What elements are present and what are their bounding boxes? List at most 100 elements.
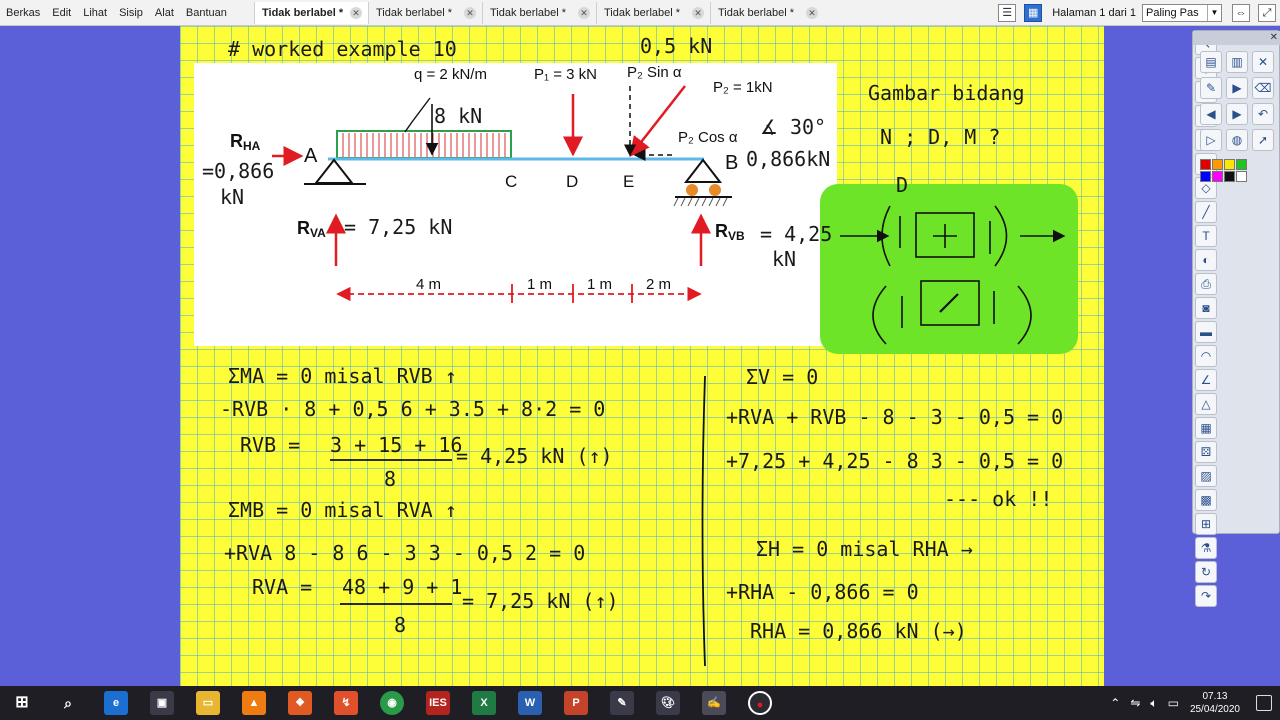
flask-icon[interactable]: ⚗ [1195,537,1217,559]
search-icon[interactable]: ⌕ [56,691,80,715]
play-icon[interactable]: ▷ [1200,129,1222,151]
text-icon[interactable]: T [1195,225,1217,247]
tab-document-5[interactable]: Tidak berlabel * ✕ [710,2,824,24]
page-icon[interactable]: ▤ [1200,51,1222,73]
menu-sisip[interactable]: Sisip [113,0,149,26]
excel-icon[interactable]: X [472,691,496,715]
point-e-label: E [623,172,634,191]
grid-view-icon[interactable]: ▦ [1024,4,1043,22]
tab-document-4[interactable]: Tidak berlabel * ✕ [596,2,710,24]
close-icon[interactable]: ✕ [1270,32,1278,43]
ies-icon[interactable]: IES [426,691,450,715]
clock[interactable]: 07.13 25/04/2020 [1190,690,1240,716]
color-swatch[interactable] [1236,159,1247,170]
eq-vertical-check: +7,25 + 4,25 - 8 3 - 0,5 = 0 [726,449,1063,473]
undo-icon[interactable]: ↶ [1252,103,1274,125]
store-icon[interactable]: ▣ [150,691,174,715]
rha-label: RHA [230,131,261,153]
menu-alat[interactable]: Alat [149,0,180,26]
color-swatch[interactable] [1200,171,1211,182]
clear-icon[interactable]: ⌫ [1252,77,1274,99]
menu-berkas[interactable]: Berkas [0,0,46,26]
tab-document-3[interactable]: Tidak berlabel * ✕ [482,2,596,24]
back-icon[interactable]: ◀ [1200,103,1222,125]
protractor-icon[interactable]: ◠ [1195,345,1217,367]
edge-icon[interactable]: e [104,691,128,715]
span-4m-label: 4 m [416,276,441,293]
fill-icon[interactable]: ◐ [1195,249,1217,271]
menu-bantuan[interactable]: Bantuan [180,0,233,26]
volume-icon[interactable]: 🔈︎ [1150,696,1157,711]
equations-right: ΣV = 0 +RVA + RVB - 8 - 3 - 0,5 = 0 +7,2… [726,365,1063,643]
close-icon[interactable]: ✕ [1252,51,1274,73]
chrome-icon[interactable]: ◉ [380,691,404,715]
dice-icon[interactable]: ⚄ [1195,441,1217,463]
color-swatch[interactable] [1236,171,1247,182]
explorer-icon[interactable]: ▭ [196,691,220,715]
tab-label: Tidak berlabel * [718,7,795,19]
powerpoint-icon[interactable]: P [564,691,588,715]
line-icon[interactable]: ╱ [1195,201,1217,223]
color-swatch[interactable] [1224,171,1235,182]
chevron-up-icon[interactable]: ⌃ [1110,696,1120,710]
close-icon[interactable]: ✕ [692,7,704,19]
view-controls: ☰ ▦ Halaman 1 dari 1 Paling Pas ▼ ⇔ ⤢ [994,0,1280,26]
arrow-icon[interactable]: ➚ [1252,129,1274,151]
tab-document-1[interactable]: Tidak berlabel * ✕ [254,2,368,24]
tab-label: Tidak berlabel * [262,7,344,19]
pen-app-icon[interactable]: ✎ [610,691,634,715]
point-a-label: A [304,145,318,167]
color-swatch[interactable] [1224,159,1235,170]
board-icon[interactable]: ✎ [1200,77,1222,99]
network-icon[interactable]: ⇋ [1130,696,1140,710]
notification-icon[interactable] [1256,695,1272,711]
calculator-icon[interactable]: ▦ [1195,417,1217,439]
menu-lihat[interactable]: Lihat [77,0,113,26]
capture-icon[interactable]: ⎙ [1195,273,1217,295]
close-icon[interactable]: ✕ [806,7,818,19]
taskbar: ⊞ ⌕ e ▣ ▭ ▲ ❖ ↯ ◉ IES X W P ✎ 🎨︎ ✍ ● ⌃ ⇋… [0,686,1280,720]
presentation-icon[interactable]: ▶ [1226,77,1248,99]
vlc-icon[interactable]: ▲ [242,691,266,715]
p2-arrow [629,85,686,157]
color-swatch[interactable] [1212,171,1223,182]
ruler-icon[interactable]: ▬ [1195,321,1217,343]
gallery-icon[interactable]: ▩ [1195,489,1217,511]
fit-width-icon[interactable]: ⇔ [1232,4,1250,22]
word-icon[interactable]: W [518,691,542,715]
board-app-icon[interactable]: ✍ [702,691,726,715]
wps-icon[interactable]: ↯ [334,691,358,715]
title-note: # worked example 10 [228,37,457,61]
fox-icon[interactable]: ❖ [288,691,312,715]
forward-icon[interactable]: ▶ [1226,103,1248,125]
close-icon[interactable]: ✕ [350,7,362,19]
image-icon[interactable]: ▨ [1195,465,1217,487]
color-swatch[interactable] [1200,159,1211,170]
close-icon[interactable]: ✕ [578,7,590,19]
tab-document-2[interactable]: Tidak berlabel * ✕ [368,2,482,24]
whiteboard-page[interactable]: q = 2 kN/m P₁ = 3 kN P₂ Sin α P₂ = 1kN P… [180,26,1104,686]
grid-icon[interactable]: ⊞ [1195,513,1217,535]
fullscreen-icon[interactable]: ⤢ [1258,4,1276,22]
ndm-note: N ; D, M ? [880,125,1000,149]
rvb-unit-note: kN [772,247,796,271]
zoom-select[interactable]: Paling Pas ▼ [1142,4,1222,22]
page-list-icon[interactable]: ☰ [998,4,1017,22]
color-swatch[interactable] [1212,159,1223,170]
tab-label: Tidak berlabel * [376,7,453,19]
paint-icon[interactable]: 🎨︎ [656,691,680,715]
record-icon[interactable]: ● [748,691,772,715]
tool-palette[interactable]: ✕ ▤▥✕✎▶⌫◀▶↶▷◍➚ ↖⚲✋✏▍▭◇╱T◐⎙◙▬◠∠△▦⚄▨▩⊞⚗↻↷ [1192,30,1280,607]
toolbar-grip[interactable]: ✕ [1193,31,1280,45]
triangle-icon[interactable]: △ [1195,393,1217,415]
refresh-icon[interactable]: ↻ [1195,561,1217,583]
redo-icon[interactable]: ↷ [1195,585,1217,607]
camera-icon[interactable]: ◙ [1195,297,1217,319]
compass-icon[interactable]: ∠ [1195,369,1217,391]
globe-icon[interactable]: ◍ [1226,129,1248,151]
notes-icon[interactable]: ▥ [1226,51,1248,73]
menu-edit[interactable]: Edit [46,0,77,26]
keyboard-icon[interactable]: ▭ [1168,696,1179,710]
start-icon[interactable]: ⊞ [10,691,34,715]
close-icon[interactable]: ✕ [464,7,476,19]
